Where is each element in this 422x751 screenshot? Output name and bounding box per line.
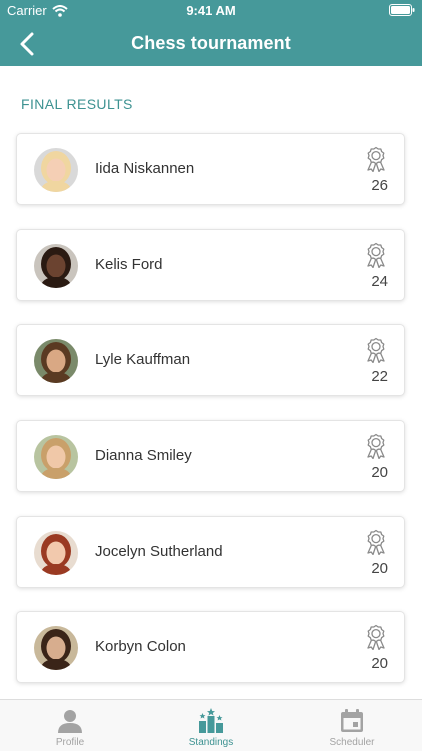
tab-standings[interactable]: Standings (141, 700, 281, 751)
player-card[interactable]: Jocelyn Sutherland 20 (16, 516, 405, 588)
tab-scheduler[interactable]: Scheduler (282, 700, 422, 751)
player-card[interactable]: Kelis Ford 24 (16, 229, 405, 301)
player-name: Lyle Kauffman (95, 351, 191, 368)
header: Carrier 9:41 AM Chess tournament (0, 0, 422, 66)
person-icon (58, 710, 82, 733)
award-ribbon-icon (367, 337, 385, 363)
tab-standings-label: Standings (188, 737, 234, 748)
player-points: 22 (371, 368, 388, 385)
avatar (34, 244, 78, 288)
player-name: Kelis Ford (95, 256, 163, 273)
status-bar: Carrier 9:41 AM (0, 0, 422, 22)
standings-icon (199, 708, 223, 733)
award-ribbon-icon (367, 624, 385, 650)
avatar (34, 626, 78, 670)
status-time: 9:41 AM (186, 3, 236, 18)
tab-profile[interactable]: Profile (0, 700, 140, 751)
award-ribbon-icon (367, 146, 385, 172)
player-name: Dianna Smiley (95, 447, 192, 464)
player-points: 20 (371, 464, 388, 481)
calendar-icon (341, 709, 363, 732)
award-ribbon-icon (367, 242, 385, 268)
award-ribbon-icon (367, 433, 385, 459)
player-card[interactable]: Lyle Kauffman 22 (16, 324, 405, 396)
avatar (34, 531, 78, 575)
player-card[interactable]: Dianna Smiley 20 (16, 420, 405, 492)
player-card[interactable]: Korbyn Colon 20 (16, 611, 405, 683)
player-name: Iida Niskannen (95, 160, 195, 177)
player-points: 26 (371, 177, 388, 194)
player-points: 24 (371, 273, 388, 290)
avatar (34, 435, 78, 479)
player-name: Jocelyn Sutherland (95, 543, 223, 560)
page-title: Chess tournament (131, 33, 291, 53)
player-points: 20 (371, 560, 388, 577)
nav-bar: Chess tournament (0, 22, 422, 66)
player-card[interactable]: Iida Niskannen 26 (16, 133, 405, 205)
player-name: Korbyn Colon (95, 638, 186, 655)
avatar (34, 339, 78, 383)
avatar (34, 148, 78, 192)
section-title: FINAL RESULTS (21, 96, 133, 112)
player-points: 20 (371, 655, 388, 672)
tab-scheduler-label: Scheduler (329, 737, 375, 748)
battery-icon (389, 4, 415, 16)
tab-bar: Profile Standings Scheduler (0, 699, 422, 751)
tab-profile-label: Profile (55, 737, 85, 748)
award-ribbon-icon (367, 529, 385, 555)
